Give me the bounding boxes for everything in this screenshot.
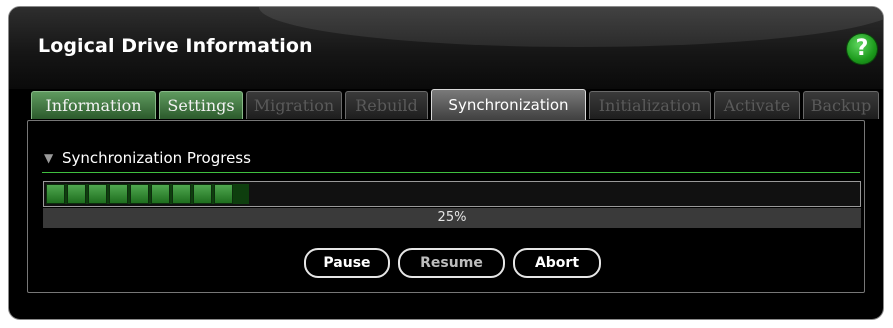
tab-synchronization[interactable]: Synchronization [431, 89, 586, 121]
logical-drive-panel: Logical Drive Information ? Information … [8, 6, 884, 320]
abort-button[interactable]: Abort [513, 248, 601, 278]
progress-segment [130, 184, 149, 204]
synchronization-content: ▼ Synchronization Progress 25% Pause Resu… [27, 120, 865, 293]
chevron-double-down-icon[interactable]: ▼ [44, 151, 58, 165]
tab-activate[interactable]: Activate [714, 91, 800, 119]
progress-percent: 25% [43, 208, 861, 228]
progress-segment [67, 184, 86, 204]
help-icon[interactable]: ? [847, 34, 877, 64]
section-title-label: Synchronization Progress [62, 149, 251, 167]
panel-title: Logical Drive Information [38, 35, 313, 57]
progress-segment [172, 184, 191, 204]
header-gloss [259, 7, 883, 47]
panel-header: Logical Drive Information ? [9, 7, 883, 89]
resume-button[interactable]: Resume [398, 248, 505, 278]
pause-button[interactable]: Pause [304, 248, 390, 278]
progress-bar [43, 181, 861, 207]
progress-segment [46, 184, 65, 204]
progress-segment [88, 184, 107, 204]
tab-information[interactable]: Information [31, 91, 156, 119]
tab-initialization[interactable]: Initialization [589, 91, 711, 119]
section-header[interactable]: ▼ Synchronization Progress [44, 149, 251, 167]
progress-fill [46, 184, 249, 204]
progress-segment [193, 184, 212, 204]
tab-settings[interactable]: Settings [159, 91, 243, 119]
tab-rebuild[interactable]: Rebuild [345, 91, 428, 119]
tab-backup[interactable]: Backup [803, 91, 879, 119]
progress-segment [109, 184, 128, 204]
section-divider [42, 172, 860, 173]
tab-migration[interactable]: Migration [246, 91, 342, 119]
progress-segment [214, 184, 233, 204]
progress-segment [151, 184, 170, 204]
